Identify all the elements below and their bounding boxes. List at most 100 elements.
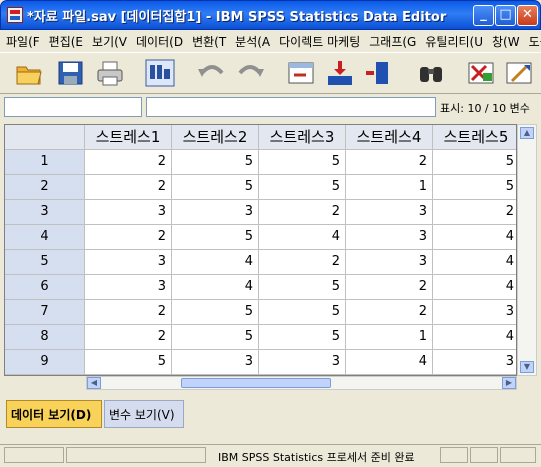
insert-cases-icon[interactable] — [325, 59, 355, 87]
data-cell[interactable]: 2 — [346, 275, 433, 300]
cell-value-field[interactable] — [146, 97, 436, 117]
menu-item[interactable]: 데이터(D — [130, 30, 186, 50]
scroll-left-icon[interactable]: ◀ — [87, 377, 101, 389]
spss-app-icon[interactable] — [7, 7, 23, 23]
data-cell[interactable]: 3 — [346, 250, 433, 275]
menu-item[interactable]: 도움말(H — [523, 30, 541, 50]
row-header[interactable]: 5 — [5, 250, 85, 275]
data-cell[interactable]: 4 — [172, 250, 259, 275]
weight-cases-icon[interactable] — [504, 59, 534, 87]
find-icon[interactable] — [416, 59, 446, 87]
dialog-recall-icon[interactable] — [145, 59, 175, 87]
column-header[interactable]: 스트레스4 — [346, 125, 433, 150]
data-cell[interactable]: 2 — [346, 150, 433, 175]
maximize-button[interactable]: □ — [495, 5, 516, 26]
data-cell[interactable]: 2 — [85, 225, 172, 250]
scroll-right-icon[interactable]: ▶ — [502, 377, 516, 389]
data-cell[interactable]: 2 — [346, 300, 433, 325]
tab-data-view[interactable]: 데이터 보기(D) — [6, 400, 102, 428]
data-cell[interactable]: 4 — [346, 350, 433, 375]
data-cell[interactable]: 5 — [259, 150, 346, 175]
data-cell[interactable]: 5 — [259, 300, 346, 325]
row-header[interactable]: 6 — [5, 275, 85, 300]
data-cell[interactable]: 2 — [85, 325, 172, 350]
menu-item[interactable]: 유틸리티(U — [419, 30, 486, 50]
row-header[interactable]: 9 — [5, 350, 85, 375]
tab-variable-view[interactable]: 변수 보기(V) — [104, 400, 184, 428]
row-header[interactable]: 8 — [5, 325, 85, 350]
data-cell[interactable]: 3 — [346, 225, 433, 250]
menu-item[interactable]: 분석(A — [229, 30, 273, 50]
data-cell[interactable]: 4 — [433, 250, 516, 275]
data-cell[interactable]: 3 — [85, 250, 172, 275]
print-icon[interactable] — [95, 59, 125, 87]
column-header[interactable]: 스트레스1 — [85, 125, 172, 150]
row-header[interactable]: 1 — [5, 150, 85, 175]
row-header[interactable]: 4 — [5, 225, 85, 250]
data-cell[interactable]: 3 — [259, 350, 346, 375]
menu-item[interactable]: 다이렉트 마케팅 — [273, 30, 363, 50]
toolbar — [0, 52, 541, 94]
minimize-button[interactable]: _ — [473, 5, 494, 26]
data-cell[interactable]: 5 — [85, 350, 172, 375]
data-cell[interactable]: 3 — [85, 275, 172, 300]
data-cell[interactable]: 3 — [85, 200, 172, 225]
menu-item[interactable]: 창(W — [486, 30, 523, 50]
column-header[interactable]: 스트레스3 — [259, 125, 346, 150]
data-cell[interactable]: 5 — [172, 175, 259, 200]
data-cell[interactable]: 5 — [172, 300, 259, 325]
goto-case-icon[interactable] — [286, 59, 316, 87]
menu-item[interactable]: 변환(T — [186, 30, 229, 50]
column-header[interactable]: 스트레스5 — [433, 125, 516, 150]
data-cell[interactable]: 5 — [433, 175, 516, 200]
data-cell[interactable]: 2 — [259, 200, 346, 225]
data-cell[interactable]: 5 — [172, 150, 259, 175]
insert-variable-icon[interactable] — [364, 59, 394, 87]
data-cell[interactable]: 3 — [346, 200, 433, 225]
undo-icon[interactable] — [196, 59, 226, 87]
column-header[interactable]: 스트레스2 — [172, 125, 259, 150]
data-cell[interactable]: 2 — [85, 300, 172, 325]
data-cell[interactable]: 1 — [346, 175, 433, 200]
menu-item[interactable]: 보기(V — [86, 30, 130, 50]
data-cell[interactable]: 4 — [433, 225, 516, 250]
status-pane — [500, 447, 536, 463]
scroll-down-icon[interactable]: ▼ — [520, 361, 534, 373]
data-cell[interactable]: 2 — [85, 150, 172, 175]
cell-reference-field[interactable] — [4, 97, 142, 117]
vertical-scrollbar[interactable]: ▲ ▼ — [517, 124, 537, 376]
data-cell[interactable]: 1 — [346, 325, 433, 350]
data-cell[interactable]: 3 — [172, 350, 259, 375]
menu-item[interactable]: 편집(E — [43, 30, 86, 50]
data-cell[interactable]: 4 — [433, 325, 516, 350]
data-cell[interactable]: 3 — [172, 200, 259, 225]
horizontal-scrollbar[interactable]: ◀ ▶ — [86, 376, 517, 390]
data-cell[interactable]: 4 — [433, 275, 516, 300]
scroll-up-icon[interactable]: ▲ — [520, 127, 534, 139]
close-button[interactable]: ✕ — [517, 5, 538, 26]
save-icon[interactable] — [56, 59, 86, 87]
data-cell[interactable]: 2 — [85, 175, 172, 200]
data-cell[interactable]: 3 — [433, 350, 516, 375]
data-cell[interactable]: 3 — [433, 300, 516, 325]
data-cell[interactable]: 5 — [259, 175, 346, 200]
row-header[interactable]: 7 — [5, 300, 85, 325]
grid-corner[interactable] — [5, 125, 85, 150]
horizontal-scroll-thumb[interactable] — [181, 378, 331, 388]
data-cell[interactable]: 2 — [433, 200, 516, 225]
data-cell[interactable]: 5 — [172, 325, 259, 350]
data-cell[interactable]: 5 — [433, 150, 516, 175]
data-cell[interactable]: 4 — [259, 225, 346, 250]
split-file-icon[interactable] — [466, 59, 496, 87]
redo-icon[interactable] — [236, 59, 266, 87]
data-cell[interactable]: 5 — [259, 325, 346, 350]
row-header[interactable]: 2 — [5, 175, 85, 200]
menu-item[interactable]: 그래프(G — [363, 30, 419, 50]
menu-item[interactable]: 파일(F — [0, 30, 43, 50]
data-cell[interactable]: 2 — [259, 250, 346, 275]
row-header[interactable]: 3 — [5, 200, 85, 225]
open-folder-icon[interactable] — [14, 59, 44, 87]
data-cell[interactable]: 4 — [172, 275, 259, 300]
data-cell[interactable]: 5 — [259, 275, 346, 300]
data-cell[interactable]: 5 — [172, 225, 259, 250]
